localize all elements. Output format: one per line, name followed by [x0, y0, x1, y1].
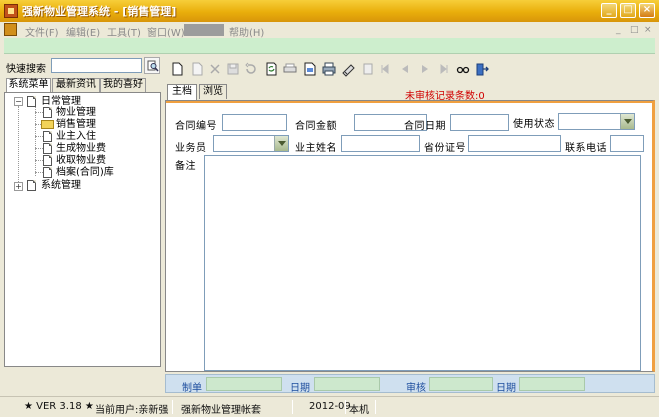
tab-master[interactable]: 主档: [167, 84, 197, 100]
phone-label: 联系电话: [565, 143, 607, 154]
window-title: 强新物业管理系统 - [销售管理]: [22, 5, 177, 18]
form-panel: 合同编号 合同金额 合同日期 使用状态 业务员 业主姓名 省份证号 联系电话 备…: [165, 100, 655, 372]
print-icon[interactable]: [321, 61, 337, 77]
id-number-label: 省份证号: [424, 143, 466, 154]
menu-highlighted[interactable]: [184, 24, 224, 36]
audit-label: 审核: [406, 383, 426, 394]
owner-name-field[interactable]: [341, 135, 420, 152]
contract-amount-label: 合同金额: [295, 121, 337, 132]
document-icon: [27, 96, 36, 107]
contract-date-label: 合同日期: [404, 121, 446, 132]
main-tabs: 主档 浏览 未审核记录条数:0: [165, 84, 655, 102]
document-icon: [43, 131, 52, 142]
document-icon: [43, 155, 52, 166]
document-icon: [43, 167, 52, 178]
tab-my-favorites[interactable]: 我的喜好: [100, 78, 146, 92]
mdi-close-button[interactable]: ×: [644, 25, 652, 35]
phone-field[interactable]: [610, 135, 644, 152]
menu-edit[interactable]: 编辑(E): [66, 24, 100, 39]
app-icon: [4, 4, 18, 18]
contract-no-field[interactable]: [222, 114, 287, 131]
contract-no-label: 合同编号: [175, 121, 217, 132]
menu-file[interactable]: 文件(F): [25, 24, 59, 39]
glasses-icon[interactable]: [455, 61, 471, 77]
salesman-select[interactable]: [213, 135, 289, 152]
collapse-icon[interactable]: −: [14, 97, 23, 106]
toolbar: [165, 59, 655, 80]
maker-field: [206, 377, 282, 391]
usage-status-select[interactable]: [558, 113, 635, 130]
date2-field: [519, 377, 585, 391]
new-icon[interactable]: [169, 61, 185, 77]
audit-icon[interactable]: [360, 61, 376, 77]
quick-search-input[interactable]: [51, 58, 142, 73]
exit-icon[interactable]: [474, 61, 490, 77]
print-preview-icon[interactable]: [282, 61, 298, 77]
next-icon[interactable]: [417, 61, 433, 77]
minimize-button[interactable]: _: [601, 3, 617, 18]
refresh-icon[interactable]: [263, 61, 279, 77]
search-icon[interactable]: [340, 61, 356, 77]
machine-text: 本机: [349, 405, 369, 416]
close-button[interactable]: ×: [639, 3, 655, 18]
salesman-label: 业务员: [175, 143, 207, 154]
magnifier-icon: [147, 60, 159, 72]
mdi-minimize-button[interactable]: _: [616, 25, 621, 35]
last-icon[interactable]: [435, 61, 451, 77]
tab-system-menu[interactable]: 系统菜单: [6, 78, 51, 93]
document-menu-icon[interactable]: [4, 23, 17, 36]
tree-item-archive[interactable]: 档案(合同)库: [56, 166, 114, 179]
tree-item-system-management[interactable]: 系统管理: [41, 179, 81, 192]
title-bar: 强新物业管理系统 - [销售管理] _ □ ×: [0, 0, 659, 22]
tab-latest-news[interactable]: 最新资讯: [52, 78, 100, 92]
banner-strip: [4, 38, 655, 54]
account-text: 强新物业管理帐套: [181, 405, 261, 416]
document-icon: [43, 143, 52, 154]
tab-browse[interactable]: 浏览: [199, 84, 227, 99]
auditor-field: [429, 377, 493, 391]
remark-textarea[interactable]: [204, 155, 641, 371]
remark-label: 备注: [175, 161, 196, 172]
prev-icon[interactable]: [397, 61, 413, 77]
date1-label: 日期: [290, 383, 310, 394]
menu-window[interactable]: 窗口(W): [147, 24, 185, 39]
status-bar: ★ VER 3.18 ★ 当前用户:亲新强 强新物业管理帐套 2012-09 本…: [0, 396, 659, 417]
menu-help[interactable]: 帮助(H): [229, 24, 264, 39]
maximize-button[interactable]: □: [620, 3, 636, 18]
delete-icon[interactable]: [207, 61, 223, 77]
quick-search-button[interactable]: [144, 57, 160, 74]
undo-icon[interactable]: [243, 61, 259, 77]
sign-bar: 制单 日期 审核 日期: [165, 374, 655, 394]
expand-icon[interactable]: +: [14, 182, 23, 191]
menu-tools[interactable]: 工具(T): [107, 24, 141, 39]
menu-tree: − 日常管理 物业管理 销售管理 业主入住 生成物业费 收取物业费 档案(合同)…: [4, 92, 161, 367]
chevron-down-icon[interactable]: [274, 136, 288, 151]
mdi-restore-button[interactable]: □: [630, 25, 639, 35]
left-panel: 快速搜索 系统菜单 最新资讯 我的喜好 − 日常管理 物业管理 销售管理 业主入…: [4, 57, 161, 367]
document-icon: [27, 180, 36, 191]
first-icon[interactable]: [378, 61, 394, 77]
id-number-field[interactable]: [468, 135, 561, 152]
export-icon[interactable]: [302, 61, 318, 77]
quick-search-label: 快速搜索: [6, 64, 46, 75]
current-user-text: 当前用户:亲新强: [95, 405, 169, 416]
maker-label: 制单: [182, 383, 202, 394]
date1-field: [314, 377, 380, 391]
document-icon: [43, 107, 52, 118]
usage-status-label: 使用状态: [513, 119, 555, 130]
owner-name-label: 业主姓名: [295, 143, 337, 154]
chevron-down-icon[interactable]: [620, 114, 634, 129]
version-text: ★ VER 3.18 ★: [24, 401, 94, 412]
save-icon[interactable]: [225, 61, 241, 77]
contract-date-field[interactable]: [450, 114, 509, 131]
date2-label: 日期: [496, 383, 516, 394]
menu-bar: 文件(F) 编辑(E) 工具(T) 窗口(W) 帮助(H) _ □ ×: [0, 22, 659, 39]
edit-icon[interactable]: [189, 61, 205, 77]
folder-icon: [41, 120, 54, 129]
